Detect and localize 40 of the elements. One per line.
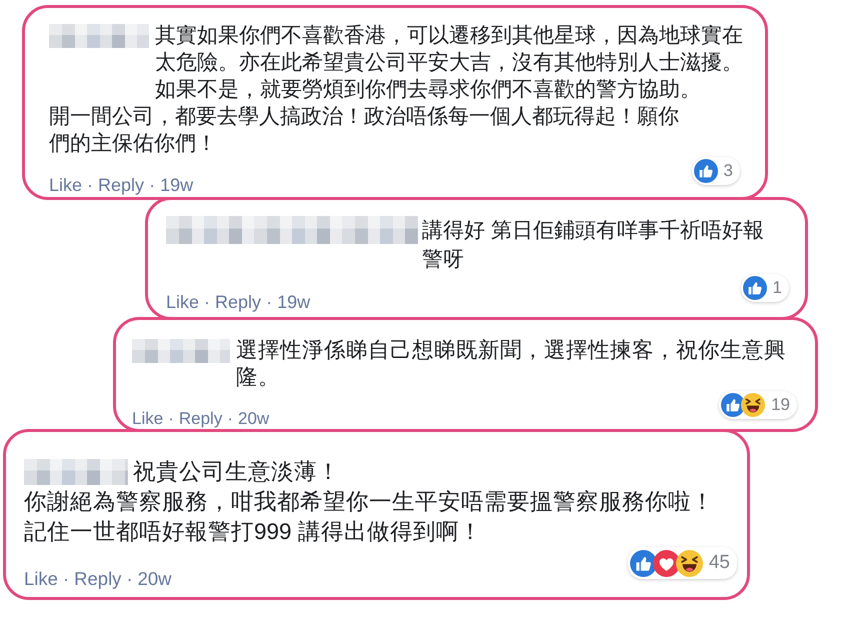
reaction-summary[interactable]: 3 (692, 157, 740, 185)
separator: · (227, 409, 233, 429)
reaction-count: 45 (708, 553, 730, 573)
reply-link[interactable]: Reply (215, 292, 262, 312)
comment-text: 其實如果你們不喜歡香港，可以遷移到其他星球，因為地球實在太危險。亦在此希望貴公司平安大吉，沒有其他特別人士滋擾。如果不是，就要勞煩到你們去尋求你們不喜歡的警方協助。 (155, 23, 744, 103)
reaction-summary[interactable]: 1 (740, 274, 789, 302)
laughing-face-icon (676, 550, 703, 576)
separator: · (62, 569, 70, 589)
comment-text: 選擇性淨係睇自己想睇既新聞，選擇性揀客，祝你生意興隆。 (236, 337, 787, 391)
thumbs-up-icon (630, 550, 657, 576)
thumbs-up-icon (694, 159, 718, 183)
like-link[interactable]: Like (24, 569, 58, 589)
separator: · (266, 292, 272, 312)
timestamp: 20w (138, 569, 172, 589)
reaction-summary[interactable]: 45 (628, 547, 737, 579)
reaction-count: 1 (772, 278, 782, 298)
comment-text: 祝貴公司生意淡薄！ (133, 458, 340, 486)
timestamp: 20w (238, 409, 270, 429)
reply-link[interactable]: Reply (74, 569, 122, 589)
comment-text: 記住一世都唔好報警打999 講得出做得到啊！ (24, 518, 483, 546)
laughing-face-icon (741, 393, 766, 417)
thumbs-up-icon (742, 276, 767, 300)
reply-link[interactable]: Reply (98, 175, 144, 195)
reply-link[interactable]: Reply (178, 409, 222, 429)
comment-text: 開一間公司，都要去學人搞政治！政治唔係每一個人都玩得起！願你們的主保佑你們！ (49, 104, 680, 157)
like-link[interactable]: Like (166, 292, 200, 312)
separator: · (204, 292, 210, 312)
separator: · (149, 175, 156, 195)
reaction-count: 3 (724, 161, 733, 181)
separator: · (126, 569, 133, 589)
reaction-summary[interactable]: 19 (719, 391, 797, 419)
comment-text: 講得好 第日佢鋪頭有咩事千祈唔好報警呀 (422, 218, 765, 273)
reaction-count: 19 (771, 395, 790, 415)
timestamp: 19w (277, 292, 310, 312)
separator: · (87, 175, 94, 195)
separator: · (168, 409, 174, 429)
timestamp: 19w (160, 175, 194, 195)
like-link[interactable]: Like (49, 175, 82, 195)
like-link[interactable]: Like (132, 409, 164, 429)
comment-text: 你謝絕為警察服務，咁我都希望你一生平安唔需要搵警察服務你啦！ (24, 488, 715, 516)
